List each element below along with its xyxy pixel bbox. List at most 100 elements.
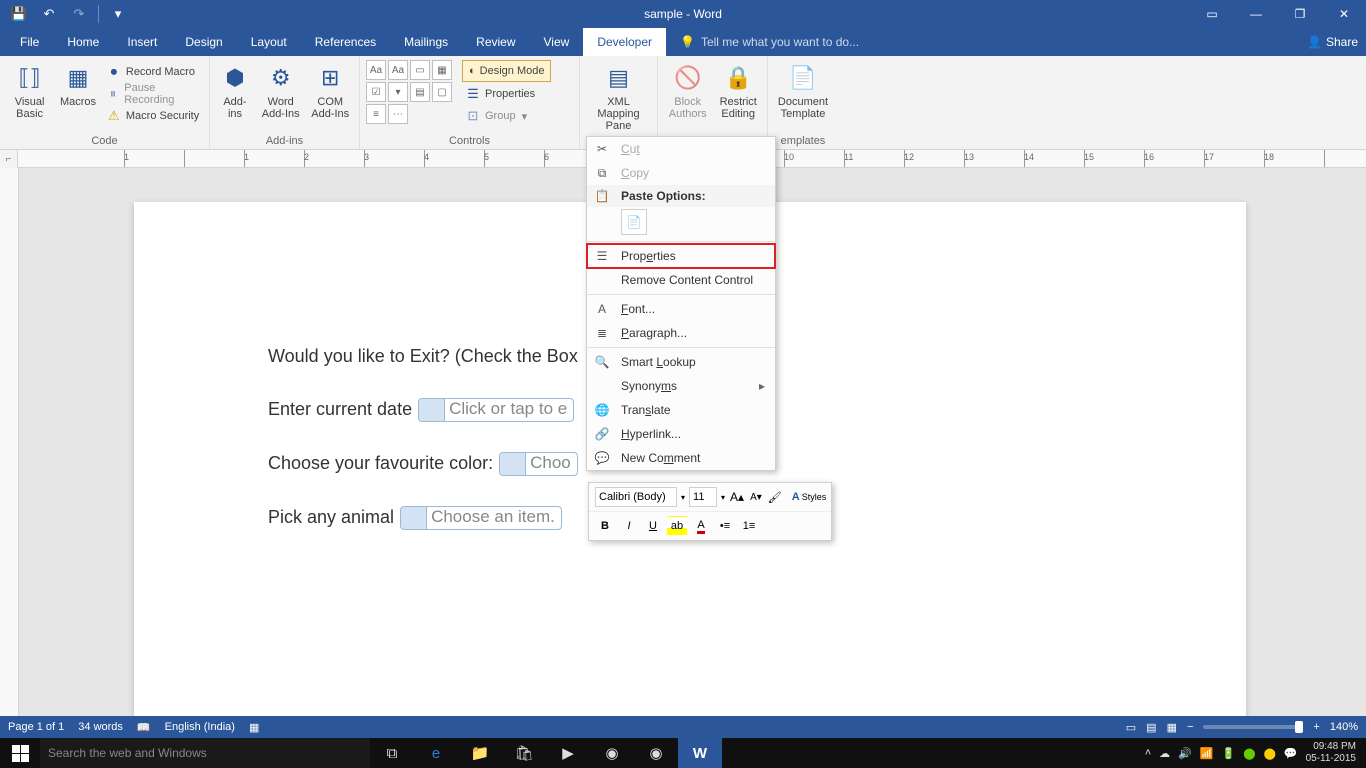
- highlight-button[interactable]: ab: [667, 516, 687, 536]
- menu-font[interactable]: AFont...: [587, 297, 775, 321]
- numbering-button[interactable]: 1≡: [739, 516, 759, 536]
- tab-file[interactable]: File: [6, 28, 53, 56]
- menu-properties[interactable]: ☰Properties: [587, 244, 775, 268]
- macro-icon[interactable]: ▦: [249, 721, 259, 734]
- chrome-icon-2[interactable]: ◉: [634, 738, 678, 768]
- tell-me-search[interactable]: 💡 Tell me what you want to do...: [666, 28, 859, 56]
- grow-font-button[interactable]: A▴: [729, 487, 745, 507]
- properties-icon: ☰: [465, 86, 481, 102]
- bold-button[interactable]: B: [595, 516, 615, 536]
- status-page[interactable]: Page 1 of 1: [8, 721, 64, 733]
- tab-selector[interactable]: ⌐: [0, 150, 18, 168]
- tab-review[interactable]: Review: [462, 28, 529, 56]
- document-template-button[interactable]: 📄Document Template: [774, 60, 832, 120]
- file-explorer-icon[interactable]: 📁: [458, 738, 502, 768]
- macro-security-button[interactable]: ⚠Macro Security: [103, 106, 203, 126]
- store-icon[interactable]: 🛍: [502, 738, 546, 768]
- menu-smart-lookup[interactable]: 🔍Smart Lookup: [587, 350, 775, 374]
- styles-button[interactable]: AStyles: [787, 487, 831, 507]
- tab-mailings[interactable]: Mailings: [390, 28, 462, 56]
- undo-icon[interactable]: ↶: [36, 3, 62, 25]
- status-language[interactable]: English (India): [165, 721, 235, 733]
- zoom-in-button[interactable]: +: [1313, 721, 1319, 733]
- properties-button[interactable]: ☰Properties: [462, 84, 551, 104]
- animal-content-control[interactable]: Choose an item.: [400, 506, 562, 530]
- xml-mapping-button[interactable]: ▤XML Mapping Pane: [586, 60, 651, 132]
- menu-paragraph[interactable]: ≣Paragraph...: [587, 321, 775, 345]
- taskbar-clock[interactable]: 09:48 PM 05-11-2015: [1306, 741, 1362, 765]
- ribbon-options-icon[interactable]: ▭: [1190, 0, 1234, 28]
- font-size-combo[interactable]: [689, 487, 717, 507]
- zoom-level[interactable]: 140%: [1330, 721, 1358, 733]
- paragraph-icon: ≣: [593, 326, 611, 340]
- restore-button[interactable]: ❐: [1278, 0, 1322, 28]
- font-name-combo[interactable]: [595, 487, 677, 507]
- tray-chevron-icon[interactable]: ˄: [1145, 747, 1151, 759]
- battery-icon[interactable]: 🔋: [1222, 747, 1236, 760]
- addins-icon: ⬢: [219, 62, 251, 94]
- menu-new-comment[interactable]: 💬New Comment: [587, 446, 775, 470]
- tab-references[interactable]: References: [301, 28, 390, 56]
- font-color-button[interactable]: A: [691, 516, 711, 536]
- shrink-font-button[interactable]: A▾: [749, 487, 763, 507]
- chrome-icon[interactable]: ◉: [590, 738, 634, 768]
- status-bar: Page 1 of 1 34 words 📖 English (India) ▦…: [0, 716, 1366, 738]
- zoom-slider[interactable]: [1203, 725, 1303, 729]
- menu-translate[interactable]: 🌐Translate: [587, 398, 775, 422]
- underline-button[interactable]: U: [643, 516, 663, 536]
- color-content-control[interactable]: Choo: [499, 452, 578, 476]
- record-macro-button[interactable]: ⏺Record Macro: [103, 62, 203, 82]
- onedrive-icon[interactable]: ☁: [1159, 747, 1170, 760]
- word-taskbar-icon[interactable]: W: [678, 738, 722, 768]
- print-layout-icon[interactable]: ▤: [1146, 721, 1156, 734]
- macros-button[interactable]: ▦ Macros: [57, 60, 99, 126]
- web-layout-icon[interactable]: ▦: [1167, 721, 1177, 734]
- edge-icon[interactable]: e: [414, 738, 458, 768]
- format-painter-icon[interactable]: 🖌: [767, 487, 783, 507]
- tab-home[interactable]: Home: [53, 28, 113, 56]
- wifi-icon[interactable]: 📶: [1200, 747, 1214, 760]
- close-button[interactable]: ✕: [1322, 0, 1366, 28]
- volume-icon[interactable]: 🔊: [1178, 747, 1192, 760]
- addins-button[interactable]: ⬢Add- ins: [216, 60, 254, 120]
- com-icon: ⊞: [314, 62, 346, 94]
- tab-view[interactable]: View: [530, 28, 584, 56]
- lightbulb-icon: 💡: [680, 35, 695, 49]
- xml-icon: ▤: [603, 62, 635, 94]
- zoom-out-button[interactable]: −: [1187, 721, 1193, 733]
- menu-synonyms[interactable]: Synonyms▸: [587, 374, 775, 398]
- share-button[interactable]: 👤 Share: [1307, 28, 1358, 56]
- bullets-button[interactable]: •≡: [715, 516, 735, 536]
- tab-design[interactable]: Design: [171, 28, 236, 56]
- tab-insert[interactable]: Insert: [113, 28, 171, 56]
- word-addins-button[interactable]: ⚙Word Add-Ins: [258, 60, 304, 120]
- com-addins-button[interactable]: ⊞COM Add-Ins: [307, 60, 353, 120]
- group-button[interactable]: ⊡Group▾: [462, 106, 551, 126]
- status-words[interactable]: 34 words: [78, 721, 123, 733]
- task-view-icon[interactable]: ⧉: [370, 738, 414, 768]
- tab-developer[interactable]: Developer: [583, 28, 666, 56]
- date-content-control[interactable]: Click or tap to e: [418, 398, 574, 422]
- spellcheck-icon[interactable]: 📖: [137, 721, 151, 734]
- design-mode-toggle[interactable]: ◐Design Mode: [462, 60, 551, 82]
- menu-hyperlink[interactable]: 🔗Hyperlink...: [587, 422, 775, 446]
- context-menu: ✂Cut ⧉Copy 📋Paste Options: 📄 ☰Properties…: [586, 136, 776, 471]
- paste-keep-text-button[interactable]: 📄: [621, 209, 647, 235]
- visual-basic-button[interactable]: ⟦⟧ Visual Basic: [6, 60, 53, 126]
- tray-app-icon-2[interactable]: ⬤: [1264, 747, 1276, 760]
- controls-gallery[interactable]: AaAa▭▦ ☑▾▤▢ ≡⋯: [366, 60, 452, 124]
- minimize-button[interactable]: —: [1234, 0, 1278, 28]
- save-icon[interactable]: 💾: [6, 3, 32, 25]
- restrict-editing-button[interactable]: 🔒Restrict Editing: [715, 60, 761, 120]
- video-icon[interactable]: ▶: [546, 738, 590, 768]
- qat-customize-icon[interactable]: ▾: [105, 3, 131, 25]
- italic-button[interactable]: I: [619, 516, 639, 536]
- action-center-icon[interactable]: 💬: [1284, 747, 1298, 760]
- redo-icon[interactable]: ↷: [66, 3, 92, 25]
- start-button[interactable]: [0, 738, 40, 768]
- taskbar-search[interactable]: Search the web and Windows: [40, 738, 370, 768]
- read-mode-icon[interactable]: ▭: [1126, 721, 1136, 734]
- menu-remove-content-control[interactable]: Remove Content Control: [587, 268, 775, 292]
- tray-app-icon[interactable]: ⬤: [1243, 747, 1255, 760]
- tab-layout[interactable]: Layout: [237, 28, 301, 56]
